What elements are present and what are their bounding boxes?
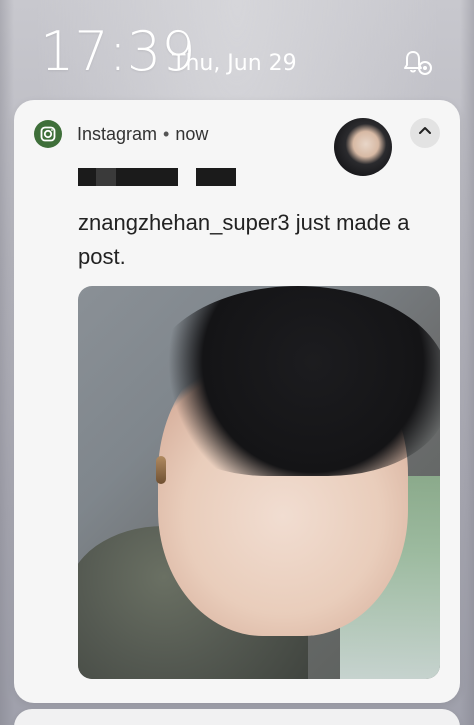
background-edge-left — [0, 0, 14, 725]
redacted-title-part-1 — [78, 168, 178, 186]
chevron-up-icon — [417, 123, 433, 144]
redacted-title-part-2 — [196, 168, 236, 186]
notification-timestamp: now — [175, 123, 209, 144]
instagram-icon — [34, 120, 62, 148]
clock-date: Thu, Jun 29 — [172, 51, 297, 76]
notification-settings-button[interactable] — [400, 48, 436, 80]
header-separator: • — [163, 123, 170, 144]
notification-card[interactable]: Instagram • now znangzhehan_super3 just … — [14, 100, 460, 703]
notification-message: znangzhehan_super3 just made a post. — [78, 210, 410, 269]
image-hair-region — [148, 286, 440, 476]
image-earring — [156, 456, 166, 484]
next-notification-card[interactable] — [14, 709, 460, 725]
notification-header: Instagram • now — [77, 122, 208, 146]
collapse-notification-button[interactable] — [410, 118, 440, 148]
background-edge-right — [460, 0, 474, 725]
app-name: Instagram — [77, 123, 158, 144]
lockscreen-header: 17:39 Thu, Jun 29 — [0, 0, 474, 96]
sender-avatar — [334, 118, 392, 176]
post-preview-image[interactable] — [78, 286, 440, 679]
redacted-title-part-1-shade — [96, 168, 116, 186]
notification-settings-icon — [403, 48, 433, 81]
